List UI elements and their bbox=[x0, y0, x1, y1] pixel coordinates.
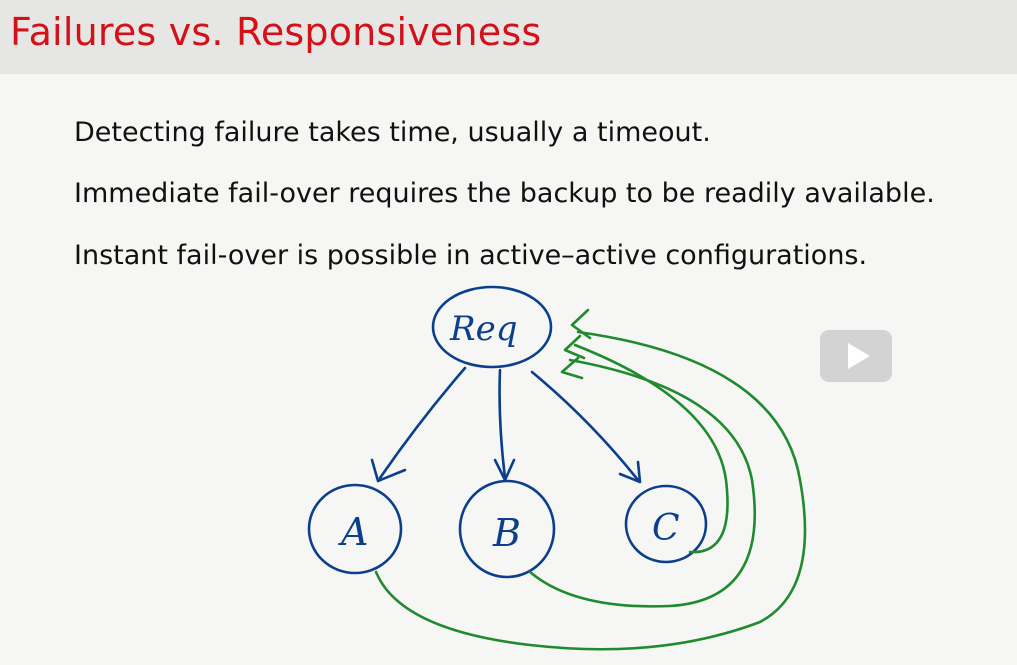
node-b-label: B bbox=[492, 511, 521, 555]
node-a-label: A bbox=[338, 510, 368, 554]
edge-req-to-b bbox=[498, 368, 507, 480]
play-button[interactable] bbox=[820, 330, 892, 382]
arrowhead-a bbox=[370, 458, 407, 483]
play-icon bbox=[848, 343, 870, 369]
edge-req-to-c bbox=[530, 370, 640, 482]
edge-a-to-req bbox=[374, 330, 807, 651]
edge-b-to-req bbox=[528, 358, 757, 608]
edge-req-to-a bbox=[378, 366, 467, 480]
node-c-label: C bbox=[652, 508, 680, 549]
node-req-label: Req bbox=[449, 309, 518, 349]
